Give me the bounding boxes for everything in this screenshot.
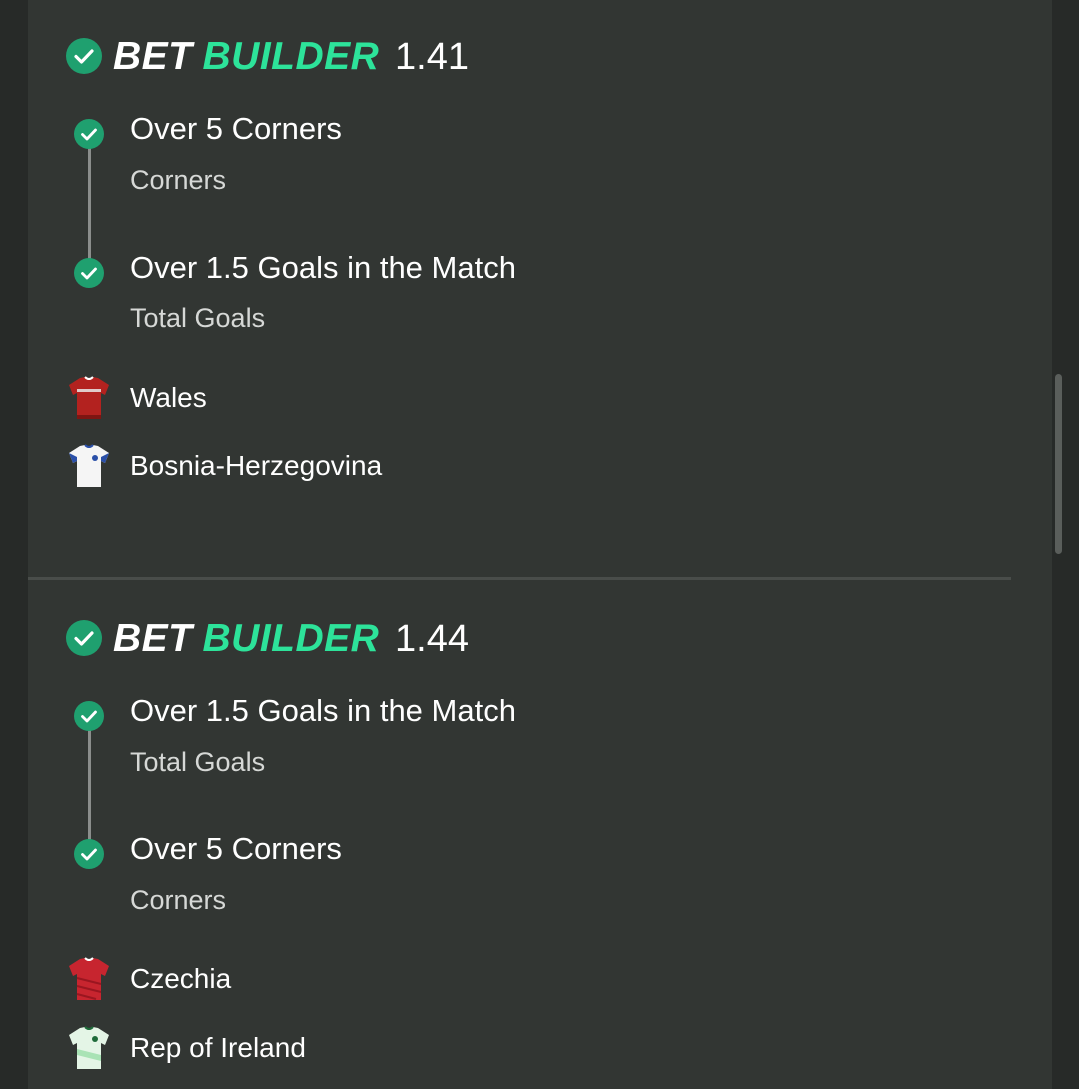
brand-bet-text: BET (113, 35, 193, 78)
red-shirt-icon (68, 375, 110, 421)
check-circle-icon (74, 119, 104, 149)
selection-timeline (88, 730, 91, 852)
team-name: Wales (130, 382, 207, 413)
white-shirt-icon (68, 443, 110, 489)
team-name: Czechia (130, 963, 232, 994)
check-circle-icon (66, 38, 102, 74)
check-circle-icon (74, 701, 104, 731)
selection-market: Total Goals (130, 747, 266, 777)
team-name: Rep of Ireland (130, 1032, 306, 1063)
selection-title: Over 1.5 Goals in the Match (130, 693, 516, 728)
selection-title: Over 5 Corners (130, 831, 342, 866)
brand-builder-text: BUILDER (202, 617, 380, 660)
selection-market: Corners (130, 165, 227, 195)
selection-title: Over 1.5 Goals in the Match (130, 250, 516, 285)
red-shirt-icon (68, 956, 110, 1002)
brand-bet-text: BET (113, 617, 193, 660)
selection-timeline (88, 148, 91, 270)
bet-builder-logo: BET BUILDER (113, 616, 379, 662)
bet-odds: 1.44 (395, 618, 469, 660)
selection-market: Total Goals (130, 303, 266, 333)
check-circle-icon (74, 258, 104, 288)
light-green-shirt-icon (68, 1025, 110, 1071)
bet-builder-logo: BET BUILDER (113, 34, 379, 80)
brand-builder-text: BUILDER (202, 35, 380, 78)
team-name: Bosnia-Herzegovina (130, 450, 383, 481)
bet-odds: 1.41 (395, 36, 469, 78)
check-circle-icon (66, 620, 102, 656)
scrollbar-thumb[interactable] (1055, 374, 1062, 554)
selection-title: Over 5 Corners (130, 111, 342, 146)
bet-divider (28, 577, 1011, 580)
check-circle-icon (74, 839, 104, 869)
bet-builder-header: BET BUILDER 1.41 (66, 28, 566, 78)
outer-background-left (0, 0, 28, 1089)
bet-builder-header: BET BUILDER 1.44 (66, 610, 566, 660)
selection-market: Corners (130, 885, 227, 915)
